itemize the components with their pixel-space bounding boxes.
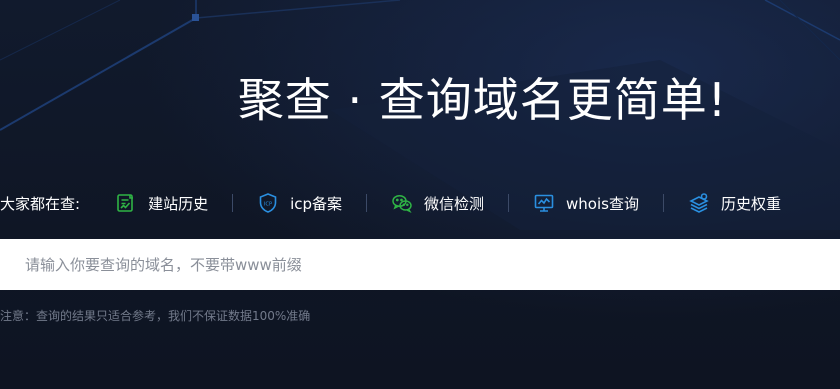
wechat-icon — [391, 192, 413, 214]
separator — [366, 194, 368, 212]
history-document-icon — [115, 192, 137, 214]
tag-site-history[interactable]: 建站历史 — [115, 192, 208, 214]
tag-label: whois查询 — [566, 194, 639, 213]
icp-shield-icon: ICP — [257, 192, 279, 214]
tag-label: icp备案 — [290, 194, 343, 213]
layers-icon — [688, 192, 710, 214]
hero-section: 聚查 · 查询域名更简单! 大家都在查: 建站历史 ICP icp备案 微信检测… — [0, 0, 840, 389]
tag-label: 微信检测 — [424, 194, 485, 213]
tag-wechat-check[interactable]: 微信检测 — [391, 192, 484, 214]
tag-label: 建站历史 — [148, 194, 209, 213]
separator — [662, 194, 664, 212]
tag-whois[interactable]: whois查询 — [533, 192, 639, 214]
domain-search-input[interactable] — [0, 239, 840, 290]
tag-weight-history[interactable]: 历史权重 — [688, 192, 781, 214]
svg-text:ICP: ICP — [264, 201, 272, 207]
disclaimer-note: 注意：查询的结果只适合参考，我们不保证数据100%准确 — [0, 309, 311, 323]
separator — [508, 194, 510, 212]
monitor-chart-icon — [533, 192, 555, 214]
page-title: 聚查 · 查询域名更简单! — [237, 73, 728, 127]
popular-searches-label: 大家都在查: — [0, 194, 81, 213]
separator — [232, 194, 234, 212]
popular-searches-bar: 大家都在查: 建站历史 ICP icp备案 微信检测 whois查询 历史权重 — [0, 188, 781, 218]
tag-label: 历史权重 — [720, 194, 781, 213]
tag-icp[interactable]: ICP icp备案 — [257, 192, 342, 214]
